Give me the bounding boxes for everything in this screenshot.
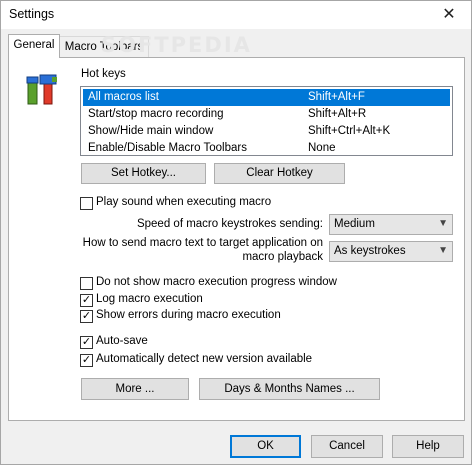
clear-hotkey-button[interactable]: Clear Hotkey	[214, 163, 345, 184]
auto-save-label: Auto-save	[96, 335, 148, 347]
speed-value: Medium	[334, 218, 375, 230]
settings-window: Settings ✕ General Macro Toolbars SOFTPE…	[0, 0, 472, 465]
hotkey-key: Shift+Ctrl+Alt+K	[308, 125, 391, 137]
tools-icon	[26, 74, 57, 105]
list-item[interactable]: Enable/Disable Macro Toolbars None	[83, 140, 450, 157]
no-progress-label: Do not show macro execution progress win…	[96, 276, 337, 288]
checkmark-icon[interactable]: ✓	[80, 354, 93, 367]
show-errors-label: Show errors during macro execution	[96, 309, 281, 321]
chevron-down-icon: ▼	[438, 218, 448, 229]
send-label-line2: macro playback	[242, 251, 323, 263]
send-method-value: As keystrokes	[334, 245, 406, 257]
hotkey-key: None	[308, 142, 336, 154]
cancel-button[interactable]: Cancel	[311, 435, 383, 458]
hotkey-action: Show/Hide main window	[88, 125, 214, 137]
checkmark-icon[interactable]: ✓	[80, 336, 93, 349]
speed-label: Speed of macro keystrokes sending:	[136, 218, 323, 230]
close-icon[interactable]: ✕	[427, 1, 471, 29]
hotkey-action: Enable/Disable Macro Toolbars	[88, 142, 247, 154]
checkmark-icon[interactable]: ✓	[80, 294, 93, 307]
help-button[interactable]: Help	[392, 435, 464, 458]
window-title: Settings	[9, 7, 55, 21]
auto-detect-label: Automatically detect new version availab…	[96, 353, 313, 365]
set-hotkey-button[interactable]: Set Hotkey...	[81, 163, 206, 184]
checkbox-box[interactable]	[80, 197, 93, 210]
hotkey-action: Start/stop macro recording	[88, 108, 224, 120]
hotkeys-label: Hot keys	[81, 68, 126, 80]
hotkey-action: All macros list	[88, 91, 159, 103]
hotkeys-list[interactable]: All macros list Shift+Alt+F Start/stop m…	[80, 86, 453, 156]
tab-general[interactable]: General	[8, 34, 60, 58]
play-sound-label: Play sound when executing macro	[96, 196, 272, 208]
list-item[interactable]: Show/Hide main window Shift+Ctrl+Alt+K	[83, 123, 450, 140]
days-months-button[interactable]: Days & Months Names ...	[199, 378, 380, 400]
title-bar: Settings ✕	[1, 1, 471, 29]
checkbox-box[interactable]	[80, 277, 93, 290]
send-label-line1: How to send macro text to target applica…	[82, 237, 323, 249]
checkmark-icon[interactable]: ✓	[80, 310, 93, 323]
more-button[interactable]: More ...	[81, 378, 189, 400]
send-method-select[interactable]: As keystrokes ▼	[329, 241, 453, 262]
speed-select[interactable]: Medium ▼	[329, 214, 453, 235]
ok-button[interactable]: OK	[230, 435, 301, 458]
watermark: SOFTPEDIA	[101, 33, 252, 57]
list-item[interactable]: All macros list Shift+Alt+F	[83, 89, 450, 106]
hotkey-key: Shift+Alt+R	[308, 108, 367, 120]
list-item[interactable]: Start/stop macro recording Shift+Alt+R	[83, 106, 450, 123]
chevron-down-icon: ▼	[438, 245, 448, 256]
log-execution-label: Log macro execution	[96, 293, 203, 305]
hotkey-key: Shift+Alt+F	[308, 91, 365, 103]
